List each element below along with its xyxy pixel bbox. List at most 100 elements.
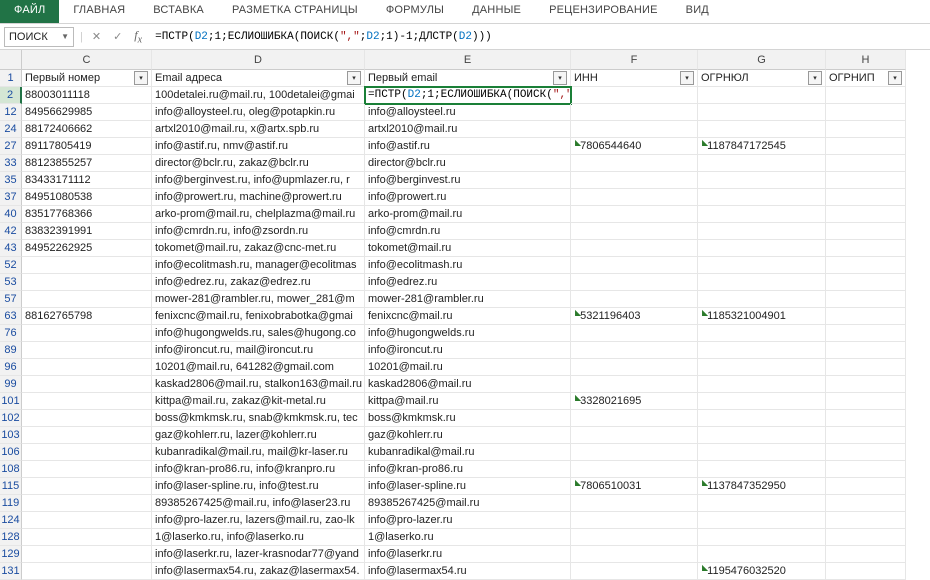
row-header-96[interactable]: 96 bbox=[0, 359, 22, 376]
cell-C43[interactable]: 84952262925 bbox=[22, 240, 152, 257]
accept-formula-button[interactable]: ✓ bbox=[110, 30, 125, 43]
cell-G2[interactable] bbox=[698, 87, 826, 104]
cell-H124[interactable] bbox=[826, 512, 906, 529]
row-header-33[interactable]: 33 bbox=[0, 155, 22, 172]
cell-F2[interactable] bbox=[571, 87, 698, 104]
tab-insert[interactable]: ВСТАВКА bbox=[139, 0, 218, 23]
cell-G33[interactable] bbox=[698, 155, 826, 172]
cell-E2[interactable]: =ПСТР(D2;1;ЕСЛИОШИБКА(ПОИСК(",";D2;1)-1;… bbox=[365, 87, 571, 104]
cell-C42[interactable]: 83832391991 bbox=[22, 223, 152, 240]
tab-home[interactable]: ГЛАВНАЯ bbox=[59, 0, 139, 23]
cell-G99[interactable] bbox=[698, 376, 826, 393]
cell-G43[interactable] bbox=[698, 240, 826, 257]
cell-D57[interactable]: mower-281@rambler.ru, mower_281@m bbox=[152, 291, 365, 308]
cell-F89[interactable] bbox=[571, 342, 698, 359]
cell-H108[interactable] bbox=[826, 461, 906, 478]
cell-G101[interactable] bbox=[698, 393, 826, 410]
cell-D119[interactable]: 89385267425@mail.ru, info@laser23.ru bbox=[152, 495, 365, 512]
cell-F115[interactable]: ◣7806510031 bbox=[571, 478, 698, 495]
cell-D33[interactable]: director@bclr.ru, zakaz@bclr.ru bbox=[152, 155, 365, 172]
cell-C106[interactable] bbox=[22, 444, 152, 461]
row-header-40[interactable]: 40 bbox=[0, 206, 22, 223]
cell-E76[interactable]: info@hugongwelds.ru bbox=[365, 325, 571, 342]
row-header-119[interactable]: 119 bbox=[0, 495, 22, 512]
row-header-108[interactable]: 108 bbox=[0, 461, 22, 478]
cell-E63[interactable]: fenixcnc@mail.ru bbox=[365, 308, 571, 325]
cell-C53[interactable] bbox=[22, 274, 152, 291]
cell-H103[interactable] bbox=[826, 427, 906, 444]
cell-C33[interactable]: 88123855257 bbox=[22, 155, 152, 172]
cell-H76[interactable] bbox=[826, 325, 906, 342]
cell-D128[interactable]: 1@laserko.ru, info@laserko.ru bbox=[152, 529, 365, 546]
cell-G115[interactable]: ◣1137847352950 bbox=[698, 478, 826, 495]
cell-D2[interactable]: 100detalei.ru@mail.ru, 100detalei@gmai bbox=[152, 87, 365, 104]
cell-G129[interactable] bbox=[698, 546, 826, 563]
cell-F24[interactable] bbox=[571, 121, 698, 138]
cell-H42[interactable] bbox=[826, 223, 906, 240]
column-header-D[interactable]: D bbox=[152, 50, 365, 70]
cell-E103[interactable]: gaz@kohlerr.ru bbox=[365, 427, 571, 444]
cell-D40[interactable]: arko-prom@mail.ru, chelplazma@mail.ru bbox=[152, 206, 365, 223]
cell-H99[interactable] bbox=[826, 376, 906, 393]
cell-F63[interactable]: ◣5321196403 bbox=[571, 308, 698, 325]
cell-F108[interactable] bbox=[571, 461, 698, 478]
cell-D53[interactable]: info@edrez.ru, zakaz@edrez.ru bbox=[152, 274, 365, 291]
cell-H57[interactable] bbox=[826, 291, 906, 308]
cell-D101[interactable]: kittpa@mail.ru, zakaz@kit-metal.ru bbox=[152, 393, 365, 410]
tab-formulas[interactable]: ФОРМУЛЫ bbox=[372, 0, 458, 23]
cell-D103[interactable]: gaz@kohlerr.ru, lazer@kohlerr.ru bbox=[152, 427, 365, 444]
row-header-89[interactable]: 89 bbox=[0, 342, 22, 359]
row-header-53[interactable]: 53 bbox=[0, 274, 22, 291]
cell-E24[interactable]: artxl2010@mail.ru bbox=[365, 121, 571, 138]
cell-E52[interactable]: info@ecolitmash.ru bbox=[365, 257, 571, 274]
cell-F131[interactable] bbox=[571, 563, 698, 580]
header-cell-G[interactable]: ОГРНЮЛ▾ bbox=[698, 70, 826, 87]
cell-D124[interactable]: info@pro-lazer.ru, lazers@mail.ru, zao-l… bbox=[152, 512, 365, 529]
row-header-35[interactable]: 35 bbox=[0, 172, 22, 189]
cell-D99[interactable]: kaskad2806@mail.ru, stalkon163@mail.ru bbox=[152, 376, 365, 393]
row-header-76[interactable]: 76 bbox=[0, 325, 22, 342]
cell-G35[interactable] bbox=[698, 172, 826, 189]
tab-data[interactable]: ДАННЫЕ bbox=[458, 0, 535, 23]
cell-E102[interactable]: boss@kmkmsk.ru bbox=[365, 410, 571, 427]
cell-D106[interactable]: kubanradikal@mail.ru, mail@kr-laser.ru bbox=[152, 444, 365, 461]
cell-D96[interactable]: 10201@mail.ru, 641282@gmail.com bbox=[152, 359, 365, 376]
cell-F52[interactable] bbox=[571, 257, 698, 274]
cell-C131[interactable] bbox=[22, 563, 152, 580]
cell-G76[interactable] bbox=[698, 325, 826, 342]
cell-D12[interactable]: info@alloysteel.ru, oleg@potapkin.ru bbox=[152, 104, 365, 121]
header-cell-F[interactable]: ИНН▾ bbox=[571, 70, 698, 87]
cell-H52[interactable] bbox=[826, 257, 906, 274]
cell-D35[interactable]: info@berginvest.ru, info@upmlazer.ru, r bbox=[152, 172, 365, 189]
cell-F35[interactable] bbox=[571, 172, 698, 189]
cell-E131[interactable]: info@lasermax54.ru bbox=[365, 563, 571, 580]
cell-G42[interactable] bbox=[698, 223, 826, 240]
filter-dropdown-icon[interactable]: ▾ bbox=[134, 71, 148, 85]
cell-D27[interactable]: info@astif.ru, nmv@astif.ru bbox=[152, 138, 365, 155]
cell-F27[interactable]: ◣7806544640 bbox=[571, 138, 698, 155]
cell-C89[interactable] bbox=[22, 342, 152, 359]
cell-E124[interactable]: info@pro-lazer.ru bbox=[365, 512, 571, 529]
cell-C128[interactable] bbox=[22, 529, 152, 546]
column-header-C[interactable]: C bbox=[22, 50, 152, 70]
cell-G102[interactable] bbox=[698, 410, 826, 427]
cell-G119[interactable] bbox=[698, 495, 826, 512]
cell-E119[interactable]: 89385267425@mail.ru bbox=[365, 495, 571, 512]
cell-G53[interactable] bbox=[698, 274, 826, 291]
row-header-102[interactable]: 102 bbox=[0, 410, 22, 427]
cell-G40[interactable] bbox=[698, 206, 826, 223]
cell-F99[interactable] bbox=[571, 376, 698, 393]
tab-review[interactable]: РЕЦЕНЗИРОВАНИЕ bbox=[535, 0, 672, 23]
cell-E106[interactable]: kubanradikal@mail.ru bbox=[365, 444, 571, 461]
cell-C40[interactable]: 83517768366 bbox=[22, 206, 152, 223]
cell-H53[interactable] bbox=[826, 274, 906, 291]
cell-C129[interactable] bbox=[22, 546, 152, 563]
cell-D129[interactable]: info@laserkr.ru, lazer-krasnodar77@yand bbox=[152, 546, 365, 563]
cell-E35[interactable]: info@berginvest.ru bbox=[365, 172, 571, 189]
cell-G96[interactable] bbox=[698, 359, 826, 376]
cell-F102[interactable] bbox=[571, 410, 698, 427]
row-header-106[interactable]: 106 bbox=[0, 444, 22, 461]
column-header-F[interactable]: F bbox=[571, 50, 698, 70]
cell-H131[interactable] bbox=[826, 563, 906, 580]
cell-D131[interactable]: info@lasermax54.ru, zakaz@lasermax54. bbox=[152, 563, 365, 580]
